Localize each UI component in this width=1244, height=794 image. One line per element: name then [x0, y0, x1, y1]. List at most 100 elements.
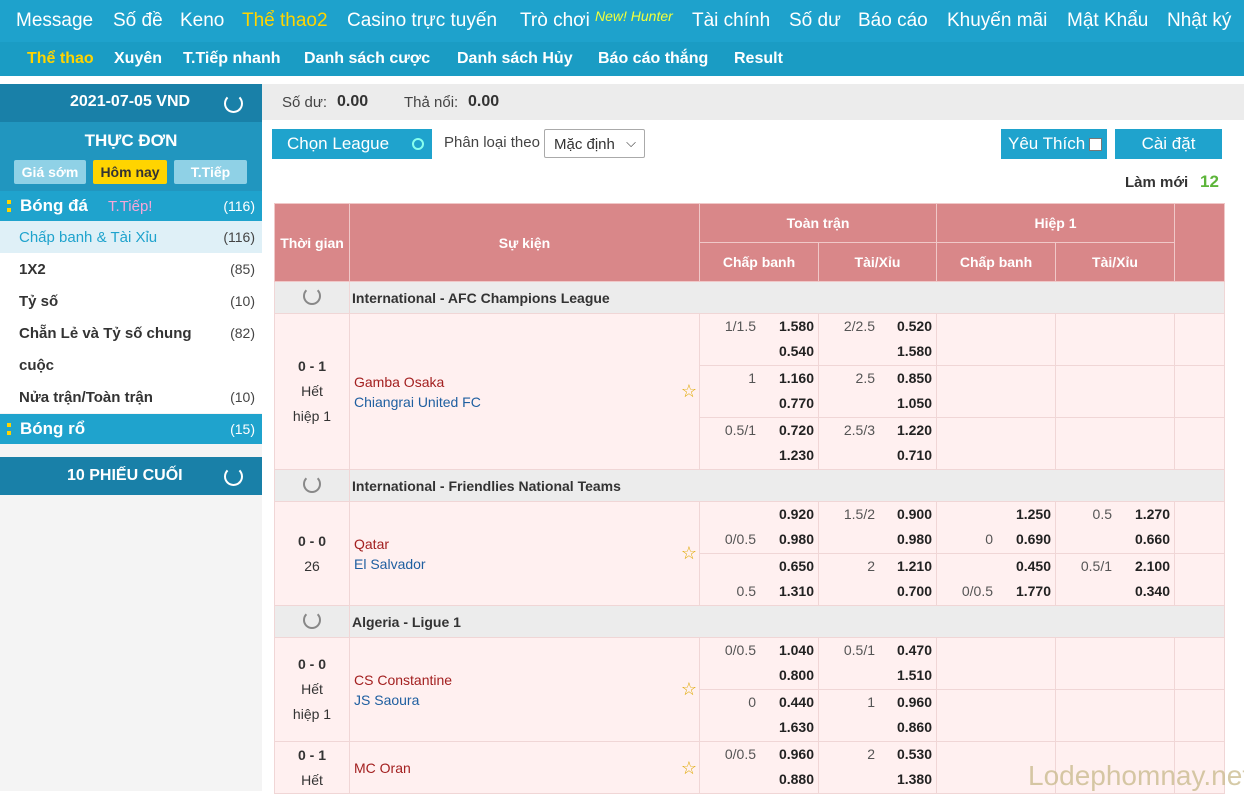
- subnav-result[interactable]: Result: [734, 50, 783, 68]
- h1-ou-odds: [1056, 690, 1174, 741]
- ft-hdp-price-home[interactable]: 0.720: [779, 422, 814, 438]
- subnav-the-thao[interactable]: Thể thao: [27, 50, 94, 68]
- nav-mat-khau[interactable]: Mật Khẩu: [1067, 10, 1148, 32]
- home-team[interactable]: Gamba Osaka: [354, 372, 699, 392]
- ft-ou-price-away[interactable]: 0.710: [897, 447, 932, 463]
- ft-hdp-price-away[interactable]: 0.770: [779, 395, 814, 411]
- subnav-xuyen[interactable]: Xuyên: [114, 50, 162, 68]
- subnav-tiep-nhanh[interactable]: T.Tiếp nhanh: [183, 50, 280, 68]
- league-name[interactable]: International - AFC Champions League: [348, 281, 1226, 314]
- ft-ou-price-home[interactable]: 0.470: [897, 642, 932, 658]
- league-name[interactable]: International - Friendlies National Team…: [348, 469, 1226, 502]
- ft-ou-price-away[interactable]: 1.510: [897, 667, 932, 683]
- refresh-label: Làm mới: [1125, 174, 1189, 191]
- h1-ou-price-home[interactable]: 2.100: [1135, 558, 1170, 574]
- menu-item-1x2[interactable]: 1X2 (85): [0, 253, 262, 285]
- ft-hdp-price-home[interactable]: 1.040: [779, 642, 814, 658]
- nav-the-thao2[interactable]: Thể thao2: [242, 10, 328, 32]
- ft-ou-price-home[interactable]: 1.210: [897, 558, 932, 574]
- ft-ou-price-away[interactable]: 1.380: [897, 771, 932, 787]
- ft-hdp-price-home[interactable]: 1.580: [779, 318, 814, 334]
- nav-message[interactable]: Message: [16, 10, 93, 32]
- away-team[interactable]: Chiangrai United FC: [354, 392, 699, 412]
- away-team[interactable]: JS Saoura: [354, 690, 699, 710]
- ft-ou-price-away[interactable]: 1.050: [897, 395, 932, 411]
- ft-ou-price-home[interactable]: 0.530: [897, 746, 932, 762]
- early-button[interactable]: Giá sớm: [14, 160, 86, 184]
- away-team[interactable]: El Salvador: [354, 554, 699, 574]
- ft-hdp-price-away[interactable]: 0.800: [779, 667, 814, 683]
- ft-hdp-price-away[interactable]: 0.880: [779, 771, 814, 787]
- menu-item-hdp-ou[interactable]: Chấp banh & Tài Xỉu (116): [0, 221, 262, 253]
- nav-khuyen-mai[interactable]: Khuyến mãi: [947, 10, 1047, 32]
- sort-select[interactable]: Mặc định ⌵: [544, 129, 645, 158]
- favorites-button[interactable]: Yêu Thích: [1001, 129, 1107, 159]
- menu-item-odd-even[interactable]: Chẵn Lẻ và Tỷ số chung cuộc (82): [0, 317, 262, 381]
- nav-casino[interactable]: Casino trực tuyến: [347, 10, 497, 32]
- star-icon[interactable]: ☆: [681, 381, 697, 401]
- ft-hdp-price-away[interactable]: 1.310: [779, 583, 814, 599]
- nav-tai-chinh[interactable]: Tài chính: [692, 10, 770, 32]
- refresh-icon[interactable]: [224, 94, 243, 113]
- ft-ou-price-home[interactable]: 0.900: [897, 506, 932, 522]
- sport-soccer[interactable]: Bóng đá T.Tiếp! (116): [0, 191, 262, 221]
- league-name[interactable]: Algeria - Ligue 1: [348, 605, 1226, 638]
- nav-nhat-ky[interactable]: Nhật ký: [1167, 10, 1231, 32]
- refresh-countdown[interactable]: 12: [1200, 172, 1219, 192]
- subnav-danh-sach-cuoc[interactable]: Danh sách cược: [304, 50, 430, 68]
- menu-item-correct-score[interactable]: Tỷ số (10): [0, 285, 262, 317]
- refresh-icon[interactable]: [303, 287, 321, 305]
- ft-hdp-price-away[interactable]: 0.540: [779, 343, 814, 359]
- refresh-icon[interactable]: [303, 611, 321, 629]
- favorites-label: Yêu Thích: [1008, 134, 1086, 153]
- h1-hdp-price-away[interactable]: 1.770: [1016, 583, 1051, 599]
- subnav-bao-cao-thang[interactable]: Báo cáo thắng: [598, 50, 708, 68]
- live-button[interactable]: T.Tiếp: [174, 160, 247, 184]
- subnav-danh-sach-huy[interactable]: Danh sách Hủy: [457, 50, 573, 68]
- refresh-icon[interactable]: [303, 475, 321, 493]
- ft-ou-price-away[interactable]: 0.700: [897, 583, 932, 599]
- nav-so-du[interactable]: Số dư: [789, 10, 841, 32]
- home-team[interactable]: CS Constantine: [354, 670, 699, 690]
- ft-ou-price-away[interactable]: 1.580: [897, 343, 932, 359]
- h1-hdp-price-home[interactable]: 1.250: [1016, 506, 1051, 522]
- extra-cell: [1174, 501, 1226, 554]
- ft-hdp-price-home[interactable]: 0.650: [779, 558, 814, 574]
- h1-hdp-line: 0/0.5: [961, 583, 993, 599]
- h1-hdp-price-away[interactable]: 0.690: [1016, 531, 1051, 547]
- star-icon[interactable]: ☆: [681, 543, 697, 563]
- star-icon[interactable]: ☆: [681, 679, 697, 699]
- ft-ou-price-home[interactable]: 0.520: [897, 318, 932, 334]
- h1-hdp-price-home[interactable]: 0.450: [1016, 558, 1051, 574]
- menu-item-ht-ft[interactable]: Nửa trận/Toàn trận (10): [0, 381, 262, 413]
- h1-ou-price-home[interactable]: 1.270: [1135, 506, 1170, 522]
- ft-ou-price-home[interactable]: 0.960: [897, 694, 932, 710]
- ft-hdp-price-home[interactable]: 0.920: [779, 506, 814, 522]
- h1-ou-price-away[interactable]: 0.660: [1135, 531, 1170, 547]
- last-bets-bar[interactable]: 10 PHIẾU CUỐI: [0, 457, 262, 495]
- nav-keno[interactable]: Keno: [180, 10, 224, 32]
- star-icon[interactable]: ☆: [681, 758, 697, 778]
- h1-ou-price-away[interactable]: 0.340: [1135, 583, 1170, 599]
- ft-ou-price-home[interactable]: 0.850: [897, 370, 932, 386]
- sport-basketball[interactable]: Bóng rổ (15): [0, 414, 262, 444]
- choose-league-button[interactable]: Chọn League: [272, 129, 432, 159]
- home-team[interactable]: MC Oran: [354, 758, 699, 778]
- ft-ou-price-home[interactable]: 1.220: [897, 422, 932, 438]
- favorites-checkbox[interactable]: [1089, 138, 1102, 151]
- nav-bao-cao[interactable]: Báo cáo: [858, 10, 928, 32]
- ft-hdp-price-home[interactable]: 0.960: [779, 746, 814, 762]
- ft-hdp-price-home[interactable]: 1.160: [779, 370, 814, 386]
- ft-hdp-price-away[interactable]: 1.630: [779, 719, 814, 735]
- nav-so-de[interactable]: Số đề: [113, 10, 163, 32]
- today-button[interactable]: Hôm nay: [93, 160, 167, 184]
- settings-button[interactable]: Cài đặt: [1115, 129, 1222, 159]
- ft-hdp-price-away[interactable]: 1.230: [779, 447, 814, 463]
- ft-hdp-price-away[interactable]: 0.980: [779, 531, 814, 547]
- home-team[interactable]: Qatar: [354, 534, 699, 554]
- ft-ou-price-away[interactable]: 0.860: [897, 719, 932, 735]
- refresh-icon[interactable]: [224, 467, 243, 486]
- nav-tro-choi[interactable]: Trò chơi New! Hunter: [520, 8, 673, 32]
- ft-ou-price-away[interactable]: 0.980: [897, 531, 932, 547]
- ft-hdp-price-home[interactable]: 0.440: [779, 694, 814, 710]
